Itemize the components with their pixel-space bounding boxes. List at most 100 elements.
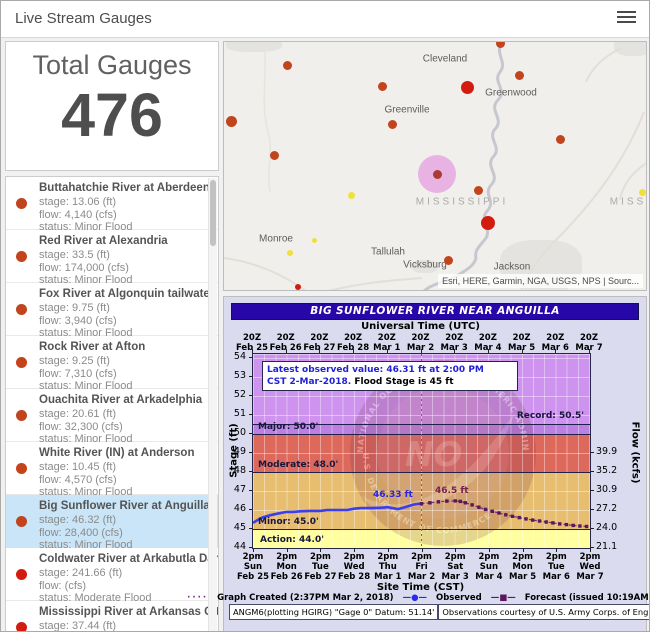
list-item-gauge[interactable]: White River (IN) at Andersonstage: 10.45… [6,442,218,495]
list-item-gauge[interactable]: Ouachita River at Arkadelphiastage: 20.6… [6,389,218,442]
gauge-stage: stage: 9.75 (ft) [39,302,204,315]
axis-tickmark [422,548,423,552]
map-panel[interactable]: ClevelandGreenwoodGreenvilleMISSISSIPPIM… [223,41,647,291]
gauge-marker-minor[interactable] [496,41,505,48]
moderate-label: Moderate: 48.0' [258,460,338,470]
hamburger-menu-icon[interactable] [617,11,636,26]
stage-axis-label: Stage (ft) [229,421,240,481]
stage-tick-label: 45 [226,522,246,533]
gauge-marker-minor[interactable] [444,256,453,265]
app-title: Live Stream Gauges [15,10,152,27]
chart-legend: ···· Graph Created (2:37PM Mar 2, 2018) … [228,593,642,603]
graph-created-swatch: ···· [187,593,208,603]
list-item-gauge[interactable]: Fox River at Algonquin tailwaterstage: 9… [6,283,218,336]
gauge-text: Red River at Alexandriastage: 33.5 (ft)f… [39,235,204,287]
total-gauges-card: Total Gauges 476 [5,41,219,171]
gauge-marker-action[interactable] [348,192,355,199]
record-label: Record: 50.5' [517,411,584,421]
gauge-marker-minor[interactable] [283,61,292,70]
flow-tick-label: 30.9 [596,484,626,495]
gauge-flow: flow: 174,000 (cfs) [39,262,204,275]
list-scrollbar-thumb[interactable] [210,180,216,246]
forecast-peak-label: 46.5 ft [435,486,469,496]
gauge-name: Big Sunflower River at Anguilla [39,500,204,513]
latest-observed-infobox: Latest observed value: 46.31 ft at 2:00 … [262,361,518,391]
list-item-gauge[interactable]: Mississippi River at Arkansas Citystage:… [6,601,218,632]
axis-tickmark [249,509,253,510]
axis-tickmark [249,471,253,472]
gauge-status-dot-icon [16,622,27,632]
total-gauges-label: Total Gauges [6,50,218,81]
gauge-list-card: Buttahatchie River at Aberdeenstage: 13.… [5,176,219,632]
gauge-marker-action[interactable] [312,238,317,243]
axis-tickmark [523,548,524,552]
map-attribution: Esri, HERE, Garmin, NGA, USGS, NPS | Sou… [438,274,643,288]
axis-tickmark [249,490,253,491]
action-label: Action: 44.0' [260,535,324,545]
gauge-marker-moderate[interactable] [481,216,495,230]
gauge-stage: stage: 13.06 (ft) [39,196,204,209]
axis-tickmark [590,509,594,510]
flow-tick-label: 27.2 [596,503,626,514]
gauge-marker-minor[interactable] [378,82,387,91]
observations-courtesy-box: Observations courtesy of U.S. Army Corps… [438,604,650,620]
map-label-tallulah: Tallulah [371,247,405,258]
list-item-gauge[interactable]: Big Sunflower River at Anguillastage: 46… [6,495,218,548]
axis-tickmark [320,548,321,552]
axis-tickmark [455,548,456,552]
major-label: Major: 50.0' [258,422,318,432]
gauge-marker-minor[interactable] [388,120,397,129]
axis-tickmark [590,490,594,491]
map-label-monroe: Monroe [259,234,293,245]
list-item-gauge[interactable]: Buttahatchie River at Aberdeenstage: 13.… [6,177,218,230]
gauge-marker-minor[interactable] [474,186,483,195]
axis-tickmark [249,433,253,434]
axis-tickmark [354,548,355,552]
gauge-marker-minor[interactable] [226,116,237,127]
gauge-flow: flow: 28,400 (cfs) [39,527,204,540]
axis-tickmark [253,548,254,552]
gauge-stage: stage: 33.5 (ft) [39,249,204,262]
gauge-marker-action[interactable] [639,189,646,196]
gauge-status-dot-icon [16,463,27,474]
gauge-status-dot-icon [16,516,27,527]
infobox-line1: Latest observed value: 46.31 ft at 2:00 … [267,365,484,375]
header: Live Stream Gauges [1,1,649,38]
gauge-status-dot-icon [16,569,27,580]
flow-axis-label: Flow (kcfs) [630,418,641,488]
selected-gauge-marker[interactable] [433,170,442,179]
axis-tickmark [249,376,253,377]
gage-datum-box: ANGM6(plotting HGIRG) "Gage 0" Datum: 51… [229,604,438,620]
axis-tickmark [590,528,594,529]
app-window: Live Stream Gauges Total Gauges 476 Butt… [0,0,650,632]
minor-label: Minor: 45.0' [258,517,319,527]
total-gauges-value: 476 [6,85,218,146]
chart-footer: ANGM6(plotting HGIRG) "Gage 0" Datum: 51… [229,604,641,620]
gauge-marker-minor[interactable] [515,71,524,80]
stage-tick-label: 54 [226,351,246,362]
utc-axis-label: Universal Time (UTC) [252,321,589,332]
hydrograph-panel: BIG SUNFLOWER RIVER NEAR ANGUILLA Univer… [223,296,647,632]
gauge-marker-action[interactable] [287,250,293,256]
flow-tick-label: 21.1 [596,541,626,552]
gauge-name: Ouachita River at Arkadelphia [39,394,204,407]
gauge-stage: stage: 20.61 (ft) [39,408,204,421]
list-scrollbar[interactable] [208,178,217,631]
gauge-marker-minor[interactable] [556,135,565,144]
gauge-name: Buttahatchie River at Aberdeen [39,182,204,195]
gauge-text: Buttahatchie River at Aberdeenstage: 13.… [39,182,204,234]
infobox-flood-stage: Flood Stage is 45 ft [351,377,453,387]
gauge-name: Rock River at Afton [39,341,204,354]
gauge-text: Ouachita River at Arkadelphiastage: 20.6… [39,394,204,446]
gauge-marker-moderate[interactable] [461,81,474,94]
gauge-name: Red River at Alexandria [39,235,204,248]
axis-tickmark [590,548,591,552]
list-item-gauge[interactable]: Rock River at Aftonstage: 9.25 (ft)flow:… [6,336,218,389]
gauge-flow: flow: 4,140 (cfs) [39,209,204,222]
map-label-jackson: Jackson [494,262,531,273]
gauge-marker-moderate[interactable] [295,284,301,290]
gauge-status-dot-icon [16,357,27,368]
list-item-gauge[interactable]: Red River at Alexandriastage: 33.5 (ft)f… [6,230,218,283]
gauge-text: Mississippi River at Arkansas Citystage:… [39,606,204,632]
gauge-marker-minor[interactable] [270,151,279,160]
